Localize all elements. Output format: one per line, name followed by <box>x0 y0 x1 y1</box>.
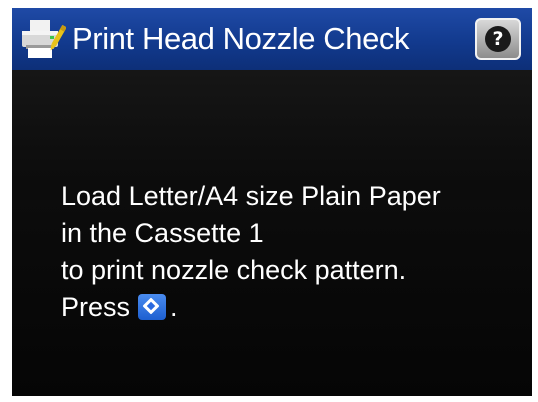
title-bar: Print Head Nozzle Check ? <box>12 8 532 70</box>
press-suffix: . <box>170 292 178 322</box>
instruction-line-3: to print nozzle check pattern. <box>61 255 407 285</box>
instruction-line-1: Load Letter/A4 size Plain Paper <box>61 181 441 211</box>
help-button[interactable]: ? <box>475 18 521 60</box>
printer-icon <box>22 20 66 58</box>
lcd-screen: Print Head Nozzle Check ? Load Letter/A4… <box>12 8 532 396</box>
instruction-line-2: in the Cassette 1 <box>61 218 264 248</box>
instruction-line-4: Press. <box>61 289 441 326</box>
help-icon: ? <box>485 26 511 52</box>
instruction-message: Load Letter/A4 size Plain Paper in the C… <box>61 178 441 326</box>
start-icon <box>138 293 167 320</box>
page-title: Print Head Nozzle Check <box>72 21 410 56</box>
press-label: Press <box>61 292 131 322</box>
